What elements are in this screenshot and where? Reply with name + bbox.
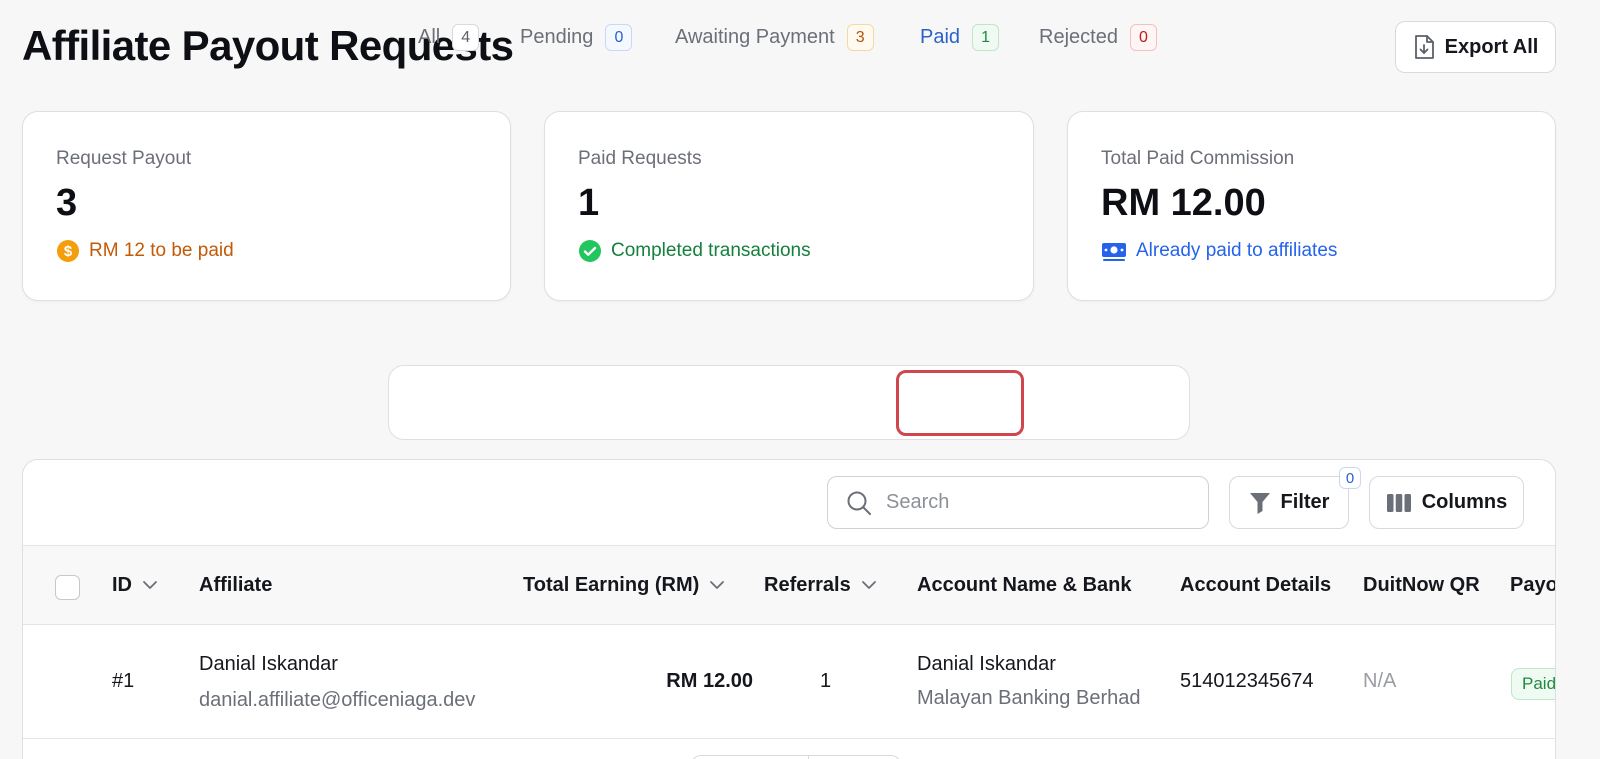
export-all-label: Export All [1444,35,1539,58]
column-header-affiliate: Affiliate [199,546,272,624]
tab-rejected[interactable]: Rejected 0 [1039,0,1157,75]
stat-subtext-label: RM 12 to be paid [89,240,234,261]
columns-icon [1386,493,1411,512]
filter-count-badge: 0 [1339,467,1361,489]
tab-label: Rejected [1039,26,1118,48]
stat-label: Paid Requests [578,148,702,169]
columns-button[interactable]: Columns [1369,476,1524,529]
columns-label: Columns [1421,491,1508,513]
cell-duitnow-qr: N/A [1363,670,1397,692]
cell-account-details: 514012345674 [1180,670,1314,692]
paid-requests-card: Paid Requests 1 Completed transactions [544,111,1034,301]
status-badge: Paid [1511,668,1555,700]
total-paid-commission-card: Total Paid Commission RM 12.00 Already p… [1067,111,1556,301]
column-header-referrals[interactable]: Referrals [764,546,877,624]
search-input[interactable] [886,491,1176,514]
column-header-id[interactable]: ID [112,546,158,624]
column-header-payout-status: Payo [1510,546,1556,624]
stat-subtext-label: Already paid to affiliates [1136,240,1338,261]
tab-count-badge: 3 [846,24,874,51]
tab-awaiting-payment[interactable]: Awaiting Payment 3 [675,0,874,75]
tab-count-badge: 0 [605,24,633,51]
cell-total-earning: RM 12.00 [666,670,753,692]
column-header-account-details: Account Details [1180,546,1331,624]
filter-button[interactable]: Filter [1229,476,1349,529]
cell-account-name: Danial Iskandar [917,653,1056,675]
export-all-button[interactable]: Export All [1395,21,1556,73]
tab-label: Pending [520,26,594,48]
tab-pending[interactable]: Pending 0 [520,0,633,75]
chevron-down-icon [143,581,157,589]
column-header-label: Affiliate [199,573,273,596]
column-header-account-name-bank: Account Name & Bank [917,546,1132,624]
cell-id: #1 [112,670,135,692]
status-tabs [388,365,1190,440]
column-header-label: Payo [1510,573,1556,596]
pagination-control[interactable] [691,755,901,759]
chevron-down-icon [710,581,725,589]
stat-value: RM 12.00 [1101,182,1266,224]
column-header-label: Account Details [1180,573,1332,596]
cell-referrals: 1 [820,670,832,692]
search-field[interactable] [827,476,1209,529]
dollar-coin-icon: $ [57,240,79,262]
filter-label: Filter [1280,491,1330,513]
funnel-icon [1249,492,1270,514]
tab-label: Awaiting Payment [675,26,835,48]
chevron-down-icon [861,581,876,589]
column-header-label: ID [112,573,132,596]
stat-subtext-label: Completed transactions [611,240,811,261]
stat-value: 3 [56,182,78,224]
tab-count-badge: 4 [452,24,480,51]
stat-label: Request Payout [56,148,192,169]
tab-label: Paid [920,26,961,48]
svg-text:$: $ [64,243,73,260]
file-download-icon [1414,35,1434,59]
cell-affiliate-email: danial.affiliate@officeniaga.dev [199,689,476,711]
stat-value: 1 [578,182,600,224]
tab-all[interactable]: All 4 [418,0,480,75]
column-header-label: Referrals [764,573,851,596]
search-icon [847,491,871,515]
select-all-checkbox[interactable] [55,575,80,600]
column-header-label: DuitNow QR [1363,573,1480,596]
tab-paid[interactable]: Paid 1 [920,0,1000,75]
banknote-icon [1102,243,1126,261]
stat-subtext: Already paid to affiliates [1101,239,1522,263]
request-payout-card: Request Payout 3 $ RM 12 to be paid [22,111,511,301]
tab-count-badge: 0 [1129,24,1157,51]
column-header-label: Account Name & Bank [917,573,1132,596]
check-circle-icon [579,240,601,262]
column-header-total-earning[interactable]: Total Earning (RM) [523,546,725,624]
stat-label: Total Paid Commission [1101,148,1295,169]
payout-table-card: Filter 0 Columns ID Affiliate Total Earn… [22,459,1556,759]
column-header-label: Total Earning (RM) [523,573,700,596]
active-tab-highlight [896,370,1024,436]
stat-subtext: Completed transactions [578,239,1000,263]
tab-label: All [418,26,441,48]
column-header-duitnow-qr: DuitNow QR [1363,546,1480,624]
stat-subtext: $ RM 12 to be paid [56,239,477,263]
tab-count-badge: 1 [972,24,1000,51]
table-row[interactable]: #1 Danial Iskandar danial.affiliate@offi… [23,626,1555,739]
cell-bank-name: Malayan Banking Berhad [917,687,1141,709]
cell-affiliate-name: Danial Iskandar [199,653,338,675]
table-header: ID Affiliate Total Earning (RM) Referral… [23,545,1556,625]
